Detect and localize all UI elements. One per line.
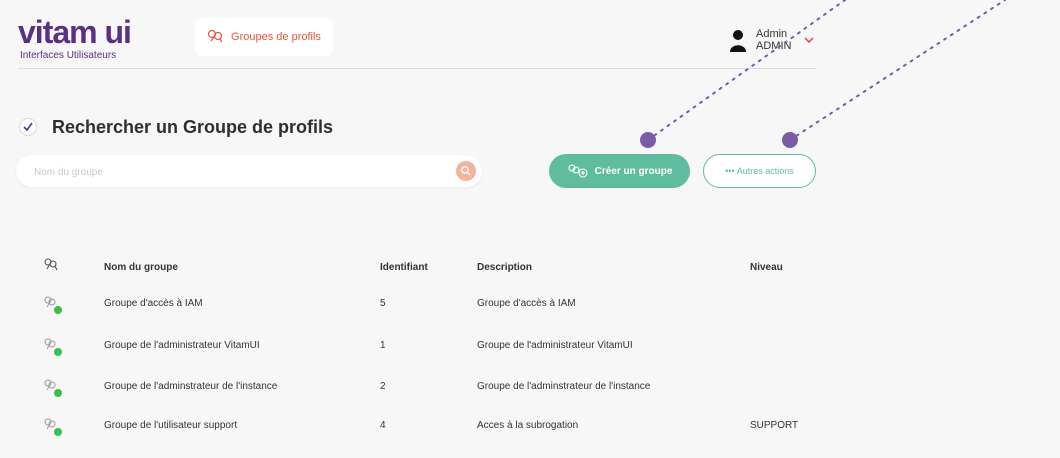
column-header-description[interactable]: Description	[477, 262, 532, 273]
search-input[interactable]	[32, 161, 436, 183]
key-group-status-icon	[42, 336, 62, 356]
row-group-name: Groupe de l'adminstrateur de l'instance	[104, 381, 278, 392]
row-group-id: 4	[380, 420, 386, 431]
key-group-status-icon	[42, 377, 62, 397]
row-group-description: Groupe d'accès à IAM	[477, 298, 576, 309]
header-divider	[18, 68, 816, 69]
key-group-icon	[207, 29, 225, 46]
table-row[interactable]: Groupe de l'adminstrateur de l'instance …	[0, 379, 1060, 419]
row-group-id: 2	[380, 381, 386, 392]
row-group-name: Groupe de l'utilisateur support	[104, 420, 238, 431]
annotation-marker-other-actions	[782, 132, 798, 148]
row-group-id: 1	[380, 340, 386, 351]
row-group-id: 5	[380, 298, 386, 309]
app-tab-profile-groups[interactable]: Groupes de profils	[195, 18, 333, 56]
row-group-level: SUPPORT	[750, 420, 799, 431]
app-header: vitam ui Interfaces Utilisateurs Groupes…	[0, 0, 1060, 70]
row-group-description: Acces à la subrogation	[477, 420, 579, 431]
table-row[interactable]: Groupe de l'utilisateur support 4 Acces …	[0, 418, 1060, 458]
annotation-marker-create	[640, 132, 656, 148]
column-header-name[interactable]: Nom du groupe	[104, 262, 178, 273]
user-icon	[728, 28, 748, 54]
key-group-status-icon	[42, 294, 62, 314]
create-group-label: Créer un groupe	[594, 165, 673, 177]
page-title-row: Rechercher un Groupe de profils	[18, 112, 333, 142]
key-group-status-icon	[42, 416, 62, 436]
row-group-description: Groupe de l'administrateur VitamUI	[477, 340, 633, 351]
page-title: Rechercher un Groupe de profils	[52, 116, 334, 137]
row-group-description: Groupe de l'adminstrateur de l'instance	[477, 381, 651, 392]
table-row[interactable]: Groupe de l'administrateur VitamUI 1 Gro…	[0, 338, 1060, 378]
chevron-down-icon[interactable]	[803, 32, 815, 44]
logo-main-text: vitam ui	[18, 14, 132, 50]
search-button[interactable]	[456, 161, 476, 181]
other-actions-label: ••• Autres actions	[725, 166, 794, 176]
key-group-icon	[44, 258, 58, 271]
check-circle-icon	[18, 117, 38, 137]
column-header-id[interactable]: Identifiant	[380, 262, 428, 273]
user-name: Admin	[756, 28, 788, 40]
row-group-name: Groupe de l'administrateur VitamUI	[104, 340, 260, 351]
logo-sub-text: Interfaces Utilisateurs	[20, 50, 117, 61]
search-icon	[461, 166, 471, 176]
column-header-level[interactable]: Niveau	[750, 262, 783, 273]
user-role: ADMIN	[756, 40, 792, 52]
create-group-button[interactable]: Créer un groupe	[549, 154, 690, 188]
app-tab-label: Groupes de profils	[231, 31, 321, 43]
search-box	[16, 155, 482, 187]
other-actions-button[interactable]: ••• Autres actions	[703, 154, 816, 188]
column-icon-header	[42, 256, 60, 277]
vitam-ui-logo[interactable]: vitam ui Interfaces Utilisateurs	[18, 14, 158, 64]
table-row[interactable]: Groupe d'accès à IAM 5 Groupe d'accès à …	[0, 296, 1060, 336]
row-group-name: Groupe d'accès à IAM	[104, 298, 203, 309]
key-plus-icon	[567, 162, 589, 181]
